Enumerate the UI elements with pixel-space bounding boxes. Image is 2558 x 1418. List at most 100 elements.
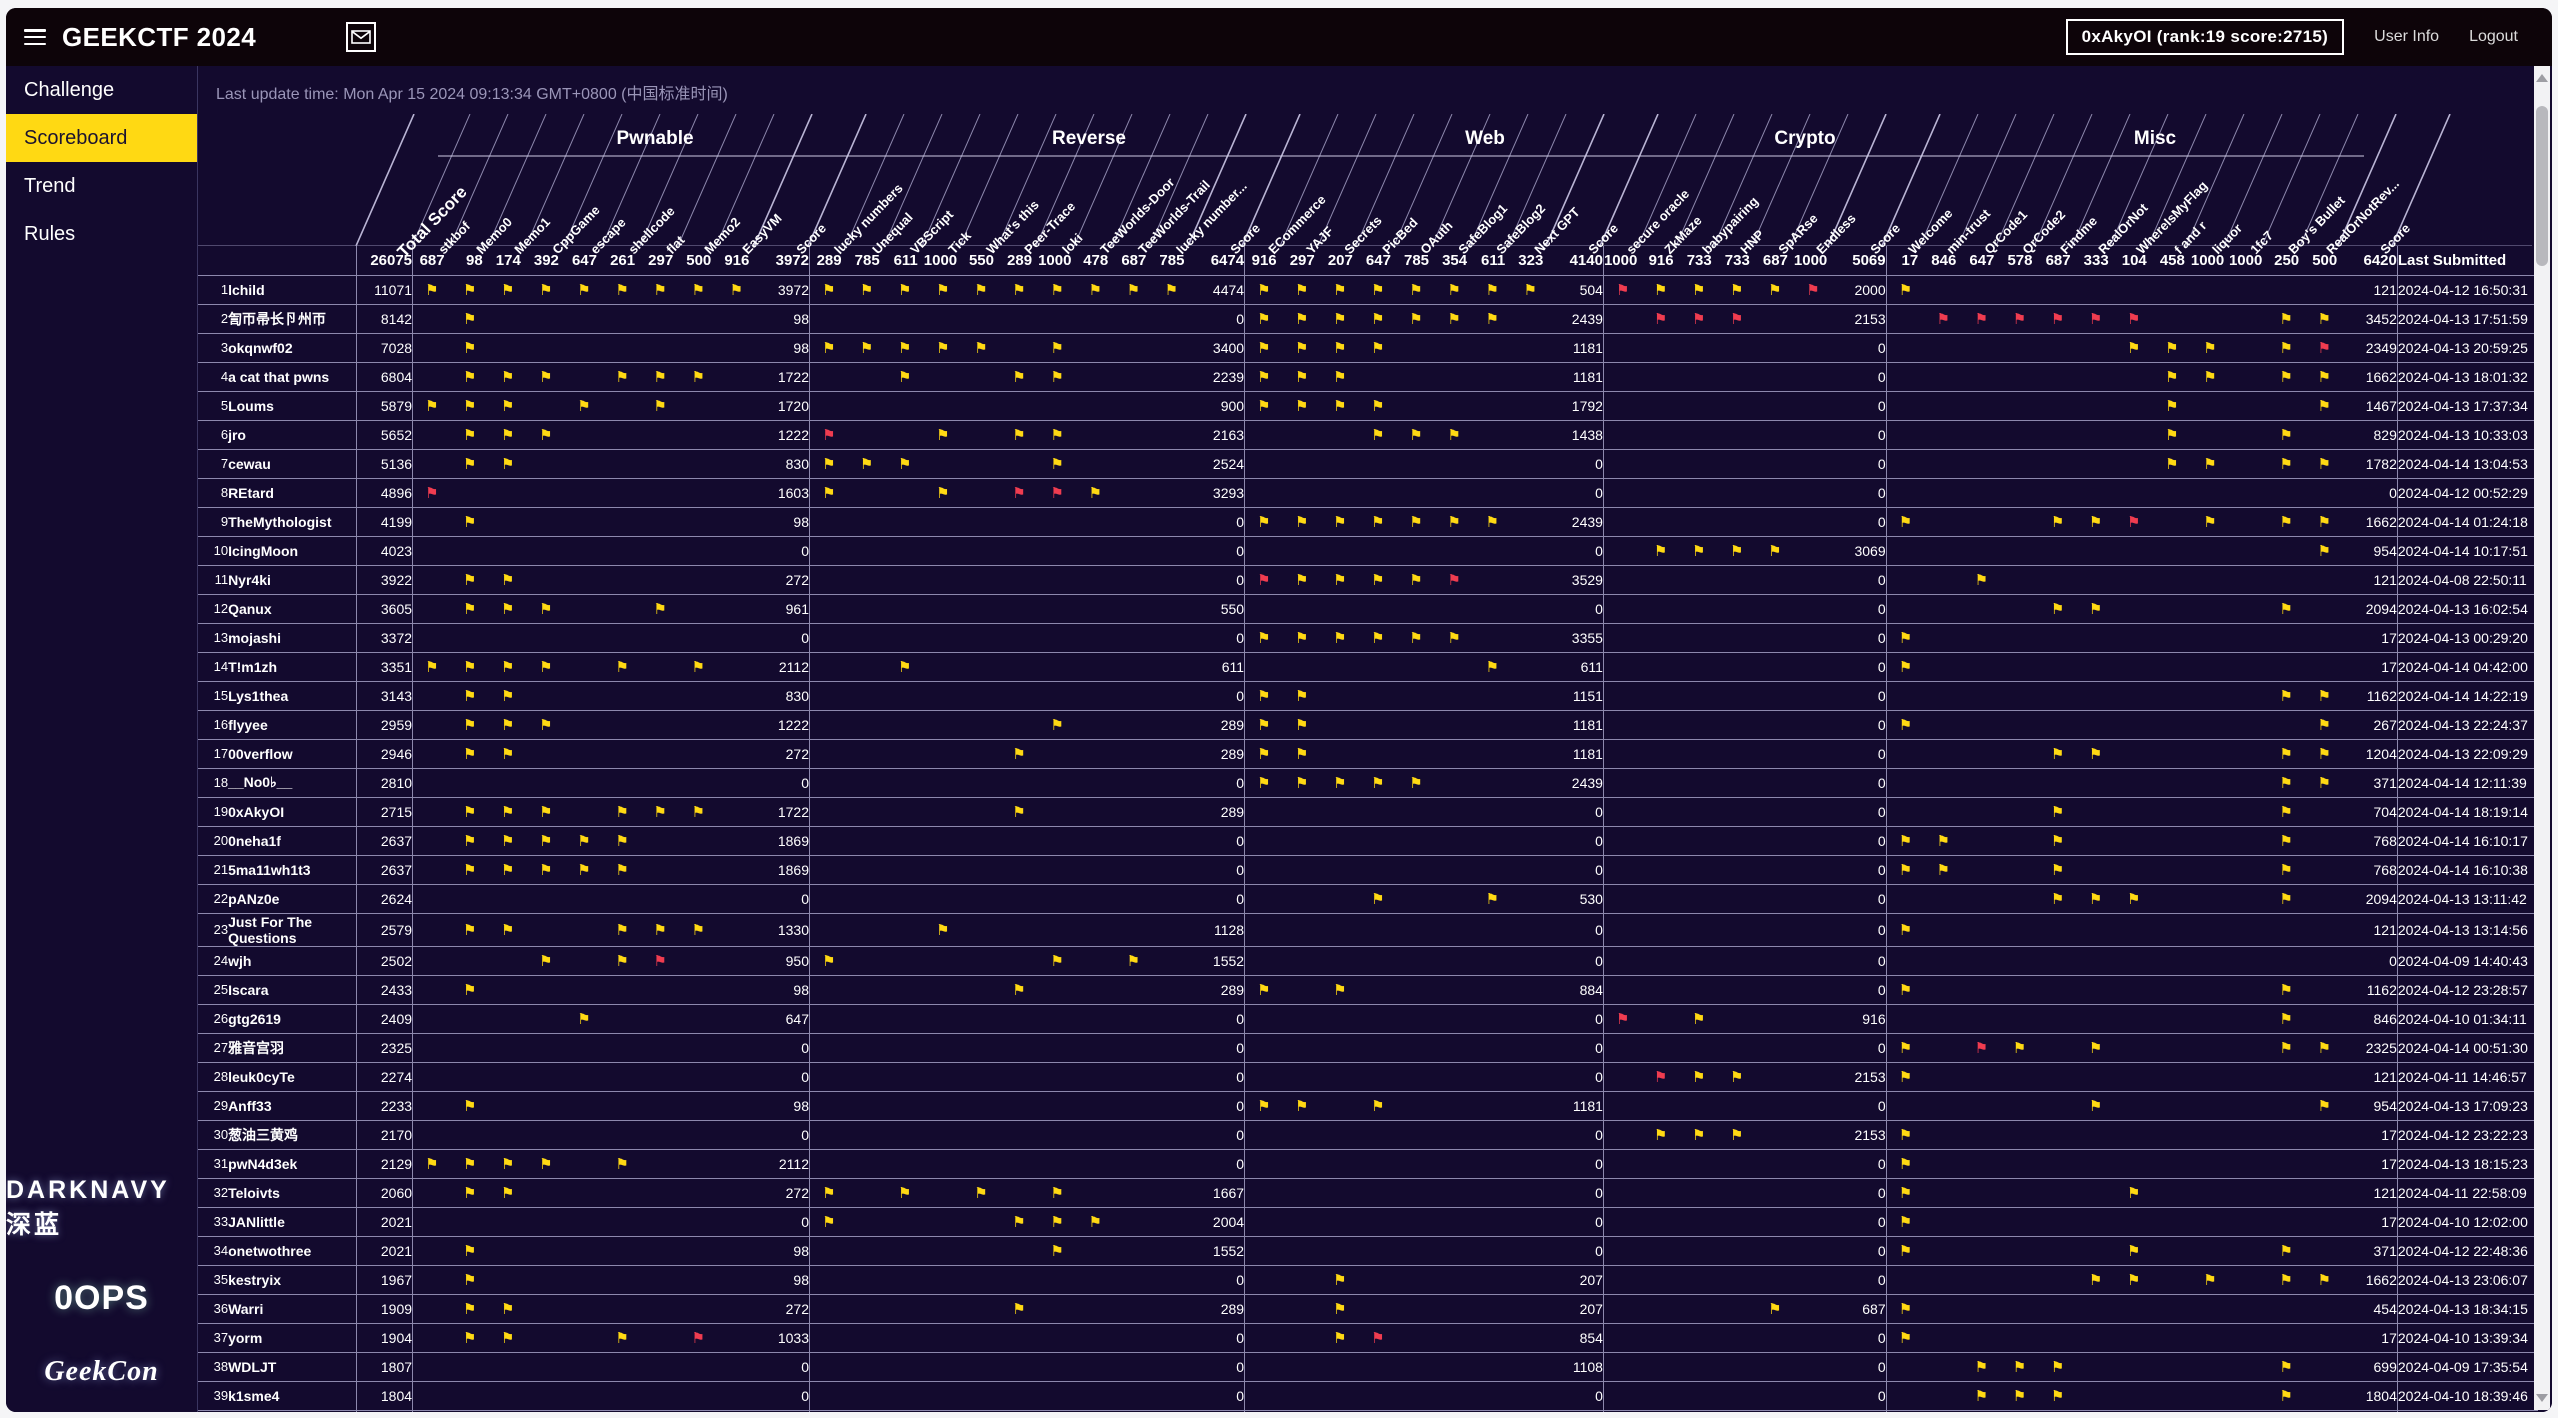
row-challenge-cell-m2[interactable] [1962,826,2001,856]
row-challenge-cell-w4[interactable] [1396,1091,1436,1121]
row-challenge-cell-c4[interactable] [1755,507,1794,537]
row-challenge-cell-c0[interactable] [1603,739,1642,769]
row-team-name[interactable]: Just For The Questions [228,913,357,947]
row-challenge-cell-r1[interactable] [847,855,886,885]
row-challenge-cell-p1[interactable]: ⚑ [450,975,489,1005]
row-challenge-cell-m8[interactable] [2190,1352,2229,1382]
row-challenge-cell-p6[interactable] [641,1352,680,1382]
row-challenge-cell-r6[interactable] [1038,391,1077,421]
row-challenge-cell-r7[interactable] [1076,768,1115,798]
row-challenge-cell-r3[interactable] [923,1207,962,1237]
row-challenge-cell-m0[interactable] [1886,391,1925,421]
row-challenge-cell-m6[interactable] [2114,768,2153,798]
row-challenge-cell-m4[interactable] [2038,1294,2077,1324]
row-challenge-cell-c2[interactable]: ⚑ [1679,1120,1718,1150]
row-challenge-cell-m4[interactable]: ⚑ [2038,884,2077,914]
table-row[interactable]: 20 0neha1f 2637 ⚑ ⚑ ⚑ ⚑ ⚑ 1869 0 0 0 ⚑ ⚑ ⚑ ⚑ 768 2024-04-… [198,826,2538,856]
row-challenge-cell-r6[interactable] [1038,1062,1077,1092]
row-challenge-cell-w6[interactable] [1473,1004,1512,1034]
row-challenge-cell-p7[interactable] [679,1091,718,1121]
row-challenge-cell-p8[interactable] [717,768,756,798]
row-challenge-cell-c0[interactable] [1603,362,1642,392]
row-team-name[interactable]: REtard [228,478,357,508]
row-challenge-cell-m2[interactable] [1962,594,2001,624]
row-challenge-cell-r3[interactable]: ⚑ [923,913,962,947]
row-challenge-cell-w2[interactable] [1320,1004,1359,1034]
row-challenge-cell-r8[interactable]: ⚑ [1114,275,1153,305]
row-team-name[interactable]: onetwothree [228,1236,357,1266]
row-challenge-cell-m6[interactable] [2114,1381,2153,1411]
row-challenge-cell-w3[interactable]: ⚑ [1358,1091,1397,1121]
row-challenge-cell-m7[interactable] [2152,681,2191,711]
row-challenge-cell-r9[interactable] [1152,913,1191,947]
row-challenge-cell-p2[interactable] [488,1120,527,1150]
row-challenge-cell-r5[interactable] [999,710,1039,740]
row-challenge-cell-c5[interactable] [1793,565,1832,595]
row-challenge-cell-w5[interactable] [1435,1120,1474,1150]
row-challenge-cell-p2[interactable]: ⚑ [488,420,527,450]
row-challenge-cell-p8[interactable] [717,362,756,392]
row-challenge-cell-r3[interactable] [923,391,962,421]
row-challenge-cell-c0[interactable] [1603,333,1642,363]
row-challenge-cell-w0[interactable] [1244,420,1283,450]
row-challenge-cell-m1[interactable] [1924,681,1963,711]
row-challenge-cell-c5[interactable] [1793,946,1832,976]
table-row[interactable]: 18 __No0♭__ 2810 0 0 ⚑ ⚑ ⚑ ⚑ ⚑ 2439 0 ⚑ ⚑ 371 2024-04-1… [198,768,2538,798]
row-challenge-cell-m4[interactable] [2038,1323,2077,1353]
row-challenge-cell-p1[interactable] [450,1033,489,1063]
row-challenge-cell-r2[interactable] [885,768,924,798]
row-challenge-cell-c2[interactable] [1679,333,1718,363]
row-challenge-cell-r4[interactable] [961,391,1000,421]
row-challenge-cell-m4[interactable] [2038,710,2077,740]
row-challenge-cell-c5[interactable] [1793,1207,1832,1237]
row-challenge-cell-r6[interactable] [1038,1265,1077,1295]
row-challenge-cell-m9[interactable] [2228,623,2268,653]
row-challenge-cell-r9[interactable] [1152,975,1191,1005]
row-challenge-cell-w7[interactable] [1511,1323,1550,1353]
row-challenge-cell-p1[interactable]: ⚑ [450,565,489,595]
row-challenge-cell-m3[interactable] [2000,1149,2039,1179]
row-challenge-cell-r1[interactable] [847,1352,886,1382]
row-challenge-cell-m0[interactable] [1886,449,1925,479]
row-challenge-cell-r9[interactable] [1152,623,1191,653]
row-challenge-cell-c2[interactable]: ⚑ [1679,1062,1718,1092]
row-challenge-cell-r7[interactable] [1076,884,1115,914]
row-challenge-cell-w7[interactable] [1511,478,1550,508]
row-challenge-cell-c3[interactable] [1717,420,1756,450]
row-challenge-cell-c3[interactable] [1717,855,1756,885]
row-challenge-cell-c2[interactable] [1679,594,1718,624]
row-challenge-cell-r3[interactable]: ⚑ [923,420,962,450]
row-challenge-cell-c3[interactable] [1717,1265,1756,1295]
row-challenge-cell-w2[interactable] [1320,1120,1359,1150]
row-challenge-cell-m8[interactable] [2190,1207,2229,1237]
row-challenge-cell-r7[interactable] [1076,1381,1115,1411]
row-challenge-cell-m7[interactable] [2152,826,2191,856]
row-challenge-cell-c5[interactable] [1793,855,1832,885]
row-challenge-cell-r1[interactable] [847,594,886,624]
row-challenge-cell-p2[interactable]: ⚑ [488,913,527,947]
row-challenge-cell-m2[interactable]: ⚑ [1962,1381,2001,1411]
row-challenge-cell-r8[interactable] [1114,1120,1153,1150]
row-challenge-cell-r4[interactable] [961,362,1000,392]
row-challenge-cell-w0[interactable] [1244,855,1283,885]
row-challenge-cell-w5[interactable] [1435,1149,1474,1179]
row-challenge-cell-m7[interactable] [2152,884,2191,914]
row-challenge-cell-p6[interactable]: ⚑ [641,594,680,624]
row-challenge-cell-m9[interactable] [2228,855,2268,885]
row-challenge-cell-c2[interactable]: ⚑ [1679,536,1718,566]
row-challenge-cell-p5[interactable] [603,1033,642,1063]
row-challenge-cell-r7[interactable] [1076,449,1115,479]
row-challenge-cell-p4[interactable] [564,1265,603,1295]
row-challenge-cell-m8[interactable] [2190,1381,2229,1411]
row-challenge-cell-w6[interactable] [1473,946,1512,976]
row-challenge-cell-c2[interactable] [1679,1149,1718,1179]
row-challenge-cell-p4[interactable] [564,768,603,798]
row-challenge-cell-m5[interactable] [2076,768,2115,798]
row-challenge-cell-p0[interactable]: ⚑ [412,652,451,682]
row-challenge-cell-p3[interactable] [526,1381,565,1411]
row-challenge-cell-m9[interactable] [2228,1149,2268,1179]
row-challenge-cell-r8[interactable] [1114,594,1153,624]
row-challenge-cell-p5[interactable]: ⚑ [603,826,642,856]
row-challenge-cell-c5[interactable] [1793,1004,1832,1034]
row-challenge-cell-w4[interactable] [1396,1410,1436,1412]
